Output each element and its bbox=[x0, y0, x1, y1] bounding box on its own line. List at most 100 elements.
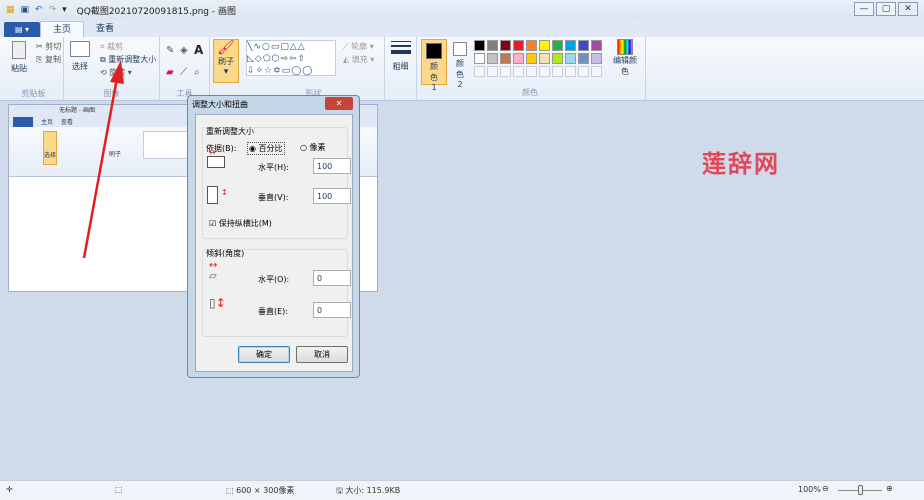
horizontal-input[interactable]: 100 bbox=[313, 158, 351, 174]
fill-icon[interactable]: ◈ bbox=[180, 45, 188, 56]
image-group: 选择 ⌗ 裁剪 ⧉ 重新调整大小 ⟲ 旋转 ▾ 图像 bbox=[64, 37, 160, 101]
paint-app-icon: ▦ bbox=[6, 5, 15, 15]
palette-swatch[interactable] bbox=[565, 40, 576, 51]
palette-empty-slot[interactable] bbox=[474, 66, 485, 77]
fill-button[interactable]: ◭ 填充 ▾ bbox=[343, 54, 374, 65]
palette-swatch[interactable] bbox=[513, 53, 524, 64]
size-button[interactable]: 粗细 bbox=[385, 37, 417, 101]
color1-swatch bbox=[426, 43, 442, 59]
color1-button[interactable]: 颜色 1 bbox=[421, 39, 447, 92]
palette-empty-slot[interactable] bbox=[591, 66, 602, 77]
resize-button[interactable]: ⧉ 重新调整大小 bbox=[100, 54, 156, 65]
text-tool-icon[interactable]: A bbox=[194, 43, 203, 57]
palette-empty-slot[interactable] bbox=[500, 66, 511, 77]
crop-button[interactable]: ⌗ 裁剪 bbox=[100, 41, 123, 52]
palette-empty-slot[interactable] bbox=[552, 66, 563, 77]
dialog-close-button[interactable]: ✕ bbox=[325, 97, 353, 110]
brushes-button[interactable]: 🖌 刷子 ▾ bbox=[213, 39, 239, 83]
resize-skew-dialog: 调整大小和扭曲 ✕ 重新调整大小 依据(B): ◉ 百分比 ○ 像素 ↔ 水平(… bbox=[187, 95, 360, 378]
cut-button[interactable]: ✂ 剪切 bbox=[36, 41, 61, 52]
palette-empty-slot[interactable] bbox=[487, 66, 498, 77]
file-menu-button[interactable]: ▤ ▾ bbox=[4, 22, 40, 37]
quick-access-dropdown-icon[interactable]: ▾ bbox=[62, 5, 67, 15]
tab-home[interactable]: 主页 bbox=[40, 21, 85, 37]
ribbon: 粘贴 ✂ 剪切 ⎘ 复制 剪贴板 选择 ⌗ 裁剪 ⧉ 重新调整大小 ⟲ 旋转 ▾… bbox=[0, 37, 924, 101]
color2-button[interactable]: 颜色 2 bbox=[450, 39, 470, 89]
selection-size-icon: ⬚ bbox=[115, 485, 123, 494]
keep-ratio-checkbox[interactable]: ☑ 保持纵横比(M) bbox=[209, 218, 272, 229]
ribbon-tabs: ▤ ▾ 主页 查看 bbox=[0, 20, 924, 37]
image-dimensions: ⬚ 600 × 300像素 bbox=[226, 486, 295, 495]
shapes-group: ╲∿○▭▢△△ ◺◇⬠⬡⇨⇦⇧ ⇩✧☆✡▭◯◯ ⟋ 轮廓 ▾ ◭ 填充 ▾ 形状 bbox=[243, 37, 385, 101]
palette-empty-slot[interactable] bbox=[526, 66, 537, 77]
rotate-button[interactable]: ⟲ 旋转 ▾ bbox=[100, 67, 132, 78]
brush-icon: 🖌 bbox=[217, 40, 235, 56]
palette-swatch[interactable] bbox=[539, 40, 550, 51]
copy-button[interactable]: ⎘ 复制 bbox=[36, 54, 61, 65]
palette-swatch[interactable] bbox=[500, 53, 511, 64]
palette-swatch[interactable] bbox=[474, 53, 485, 64]
percent-radio[interactable]: ◉ 百分比 bbox=[247, 142, 285, 155]
palette-swatch[interactable] bbox=[513, 40, 524, 51]
palette-swatch[interactable] bbox=[487, 40, 498, 51]
embedded-tab-view: 查看 bbox=[61, 119, 74, 126]
palette-swatch[interactable] bbox=[487, 53, 498, 64]
rainbow-icon bbox=[617, 39, 633, 55]
tab-view[interactable]: 查看 bbox=[84, 21, 126, 37]
pixels-radio[interactable]: ○ 像素 bbox=[300, 142, 326, 153]
redo-icon[interactable]: ↷ bbox=[49, 5, 57, 15]
zoom-in-button[interactable]: ⊕ bbox=[886, 484, 893, 493]
palette-swatch[interactable] bbox=[591, 40, 602, 51]
palette-swatch[interactable] bbox=[552, 40, 563, 51]
eraser-icon[interactable]: ▰ bbox=[166, 67, 174, 78]
window-title: QQ截图20210720091815.png - 画图 bbox=[76, 6, 236, 17]
color-picker-icon[interactable]: ⟋ bbox=[180, 67, 187, 78]
shapes-gallery[interactable]: ╲∿○▭▢△△ ◺◇⬠⬡⇨⇦⇧ ⇩✧☆✡▭◯◯ bbox=[246, 40, 336, 76]
skew-group: 倾斜(角度) ↔ ▱ 水平(O): 0 ▯↕ 垂直(E): 0 bbox=[202, 249, 351, 337]
minimize-button[interactable]: — bbox=[854, 2, 874, 16]
maximize-button[interactable]: ▢ bbox=[876, 2, 896, 16]
paste-button[interactable]: 粘贴 bbox=[10, 41, 28, 74]
select-button[interactable]: 选择 bbox=[70, 41, 90, 72]
zoom-level: 100% bbox=[798, 485, 821, 494]
vertical-resize-icon bbox=[207, 186, 218, 204]
close-button[interactable]: ✕ bbox=[898, 2, 918, 16]
magnifier-icon[interactable]: ⌕ bbox=[194, 67, 200, 78]
v-arrow-icon: ↕ bbox=[221, 188, 228, 197]
save-icon[interactable]: ▣ bbox=[21, 5, 30, 15]
undo-icon[interactable]: ↶ bbox=[35, 5, 43, 15]
vertical-input[interactable]: 100 bbox=[313, 188, 351, 204]
cursor-position-icon: ✛ bbox=[6, 485, 13, 494]
edit-colors-button[interactable]: 编辑颜色 bbox=[610, 39, 640, 77]
clipboard-group: 粘贴 ✂ 剪切 ⎘ 复制 剪贴板 bbox=[4, 37, 64, 101]
color2-swatch bbox=[453, 42, 467, 56]
palette-swatch[interactable] bbox=[500, 40, 511, 51]
palette-swatch[interactable] bbox=[526, 40, 537, 51]
palette-swatch[interactable] bbox=[591, 53, 602, 64]
palette-swatch[interactable] bbox=[539, 53, 550, 64]
palette-swatch[interactable] bbox=[578, 40, 589, 51]
zoom-out-button[interactable]: ⊖ bbox=[822, 484, 829, 493]
palette-swatch[interactable] bbox=[526, 53, 537, 64]
palette-swatch[interactable] bbox=[552, 53, 563, 64]
canvas-area[interactable]: 无标题 - 画图 主页 查看 选择 刷子 莲辞网 bbox=[0, 101, 924, 480]
palette-swatch[interactable] bbox=[578, 53, 589, 64]
dialog-title: 调整大小和扭曲 bbox=[192, 100, 248, 109]
pencil-icon[interactable]: ✎ bbox=[166, 45, 174, 56]
palette-swatch[interactable] bbox=[565, 53, 576, 64]
palette-swatch[interactable] bbox=[474, 40, 485, 51]
zoom-slider-thumb[interactable] bbox=[858, 485, 863, 495]
palette-empty-slot[interactable] bbox=[539, 66, 550, 77]
skew-horizontal-input[interactable]: 0 bbox=[313, 270, 351, 286]
outline-button[interactable]: ⟋ 轮廓 ▾ bbox=[343, 41, 374, 52]
cancel-button[interactable]: 取消 bbox=[296, 346, 348, 363]
resize-group: 重新调整大小 依据(B): ◉ 百分比 ○ 像素 ↔ 水平(H): 100 ↕ … bbox=[202, 127, 351, 239]
embedded-tab-home: 主页 bbox=[41, 119, 54, 126]
select-rect-icon bbox=[70, 41, 90, 57]
h-arrow-icon: ↔ bbox=[209, 148, 216, 157]
skew-vertical-input[interactable]: 0 bbox=[313, 302, 351, 318]
palette-empty-slot[interactable] bbox=[513, 66, 524, 77]
ok-button[interactable]: 确定 bbox=[238, 346, 290, 363]
palette-empty-slot[interactable] bbox=[565, 66, 576, 77]
palette-empty-slot[interactable] bbox=[578, 66, 589, 77]
